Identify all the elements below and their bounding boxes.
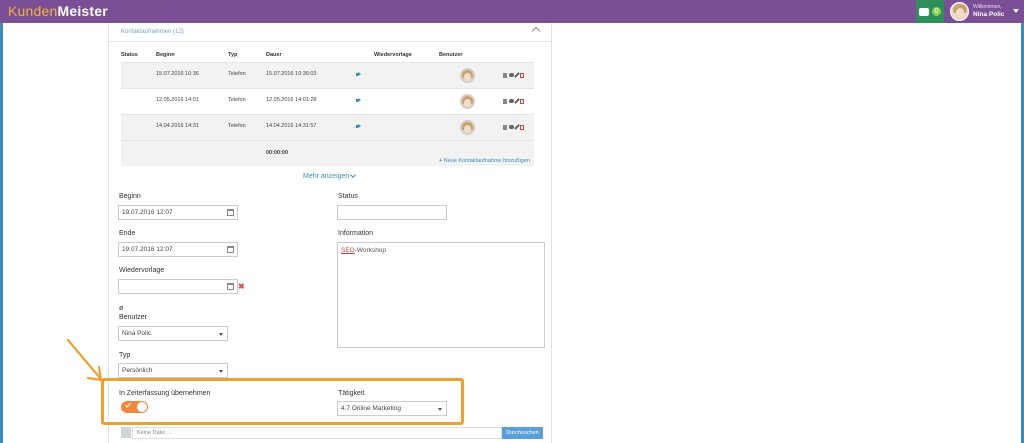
status-input[interactable] xyxy=(337,205,447,220)
top-navbar: KundenMeister 0 Willkommen, Nina Polic xyxy=(0,0,1024,23)
info-seo: SEO xyxy=(341,247,355,254)
table-row[interactable]: 12.05.2016 14:01 Telefon 12.05.2016 14:0… xyxy=(121,88,534,114)
pencil-icon[interactable] xyxy=(514,98,520,104)
end-input[interactable]: 19.07.2016 12:07 xyxy=(118,242,238,257)
logo-part-1: Kunden xyxy=(8,3,58,19)
column-header-status[interactable]: Status xyxy=(121,52,138,58)
avatar xyxy=(460,94,475,109)
speaker-icon[interactable] xyxy=(356,124,362,129)
speaker-icon[interactable] xyxy=(356,98,362,103)
user-symbol: ø xyxy=(119,305,124,312)
chat-button[interactable]: 0 xyxy=(916,0,944,23)
document-icon[interactable] xyxy=(503,72,507,78)
row-actions xyxy=(503,124,524,130)
panel-title: Kontaktaufnahmen (12) xyxy=(121,29,184,35)
clear-icon[interactable]: ✖ xyxy=(238,282,245,291)
file-icon xyxy=(121,427,131,438)
add-contact-label: Neue Kontaktaufnahme hinzufügen xyxy=(443,158,530,164)
chevron-down-icon xyxy=(219,370,223,373)
speaker-icon[interactable] xyxy=(356,72,362,77)
status-label: Status xyxy=(338,193,358,200)
avatar xyxy=(460,68,475,83)
file-upload: Keine Datei ... Durchsuchen xyxy=(121,427,543,439)
app-logo[interactable]: KundenMeister xyxy=(8,3,108,19)
table-row[interactable]: 14.04.2016 14:31 Telefon 14.04.2016 14:3… xyxy=(121,114,534,140)
end-label: Ende xyxy=(119,230,136,237)
avatar xyxy=(460,120,475,135)
user-menu[interactable]: Willkommen, Nina Polic xyxy=(946,0,1024,23)
pencil-icon[interactable] xyxy=(514,124,520,130)
plus-icon: + xyxy=(439,158,443,164)
begin-input[interactable]: 19.07.2016 12:07 xyxy=(118,205,238,220)
user-select[interactable]: Nina Polic xyxy=(118,326,228,341)
calendar-icon[interactable] xyxy=(227,209,234,216)
show-more-button[interactable]: Mehr anzeigen xyxy=(303,172,357,180)
file-input[interactable]: Keine Datei ... xyxy=(132,427,502,439)
user-value: Nina Polic xyxy=(122,330,152,337)
info-textarea[interactable]: SEO-Workshop xyxy=(337,242,545,348)
highlight-box xyxy=(101,378,464,425)
chat-icon xyxy=(919,7,929,16)
row-duration: 12.05.2016 14:01:28 xyxy=(266,97,317,103)
begin-value: 19.07.2016 12:07 xyxy=(122,209,173,216)
calendar-icon[interactable] xyxy=(227,246,234,253)
panel-header[interactable]: Kontaktaufnahmen (12) xyxy=(109,23,551,42)
document-icon[interactable] xyxy=(503,98,507,104)
document-icon[interactable] xyxy=(503,124,507,130)
pointer-arrow-icon xyxy=(66,338,103,382)
trash-icon[interactable] xyxy=(520,124,524,130)
row-type: Telefon xyxy=(228,71,246,77)
trash-icon[interactable] xyxy=(520,98,524,104)
begin-label: Beginn xyxy=(119,193,141,200)
followup-label: Wiedervorlage xyxy=(119,267,165,274)
chevron-up-icon[interactable] xyxy=(531,26,541,36)
type-label: Typ xyxy=(119,352,131,359)
end-value: 19.07.2016 12:07 xyxy=(122,246,173,253)
chevron-down-icon xyxy=(219,333,223,336)
chat-badge: 0 xyxy=(932,7,941,16)
pencil-icon[interactable] xyxy=(514,72,520,78)
row-type: Telefon xyxy=(228,123,246,129)
row-begin: 15.07.2016 10:36 xyxy=(156,71,199,77)
row-begin: 12.05.2016 14:01 xyxy=(156,97,199,103)
trash-icon[interactable] xyxy=(520,72,524,78)
info-label: Information xyxy=(338,230,374,237)
column-header-user[interactable]: Benutzer xyxy=(439,52,463,58)
table-row[interactable]: 15.07.2016 10:36 Telefon 15.07.2016 10:3… xyxy=(121,62,534,88)
column-header-type[interactable]: Typ xyxy=(228,52,237,58)
user-welcome: Willkommen, xyxy=(973,4,1002,10)
row-duration: 15.07.2016 10:36:03 xyxy=(266,71,317,77)
add-contact-link[interactable]: + Neue Kontaktaufnahme hinzufügen xyxy=(439,158,530,164)
column-header-begin[interactable]: Beginn xyxy=(156,52,175,58)
type-value: Persönlich xyxy=(122,367,153,374)
user-label: Benutzer xyxy=(119,314,148,321)
column-header-duration[interactable]: Dauer xyxy=(266,52,282,58)
logo-part-2: Meister xyxy=(57,3,108,19)
row-actions xyxy=(503,98,524,104)
row-duration: 14.04.2016 14:31:57 xyxy=(266,123,317,129)
type-select[interactable]: Persönlich xyxy=(118,363,228,378)
followup-input[interactable] xyxy=(118,279,238,294)
duration-total: 00:00:00 xyxy=(266,150,289,156)
info-rest: -Workshop xyxy=(354,247,387,254)
row-actions xyxy=(503,72,524,78)
browse-button[interactable]: Durchsuchen xyxy=(502,427,543,439)
show-more-label: Mehr anzeigen xyxy=(303,173,350,180)
user-name: Nina Polic xyxy=(973,11,1005,18)
row-begin: 14.04.2016 14:31 xyxy=(156,123,199,129)
chevron-down-icon xyxy=(1013,9,1019,13)
calendar-icon[interactable] xyxy=(227,283,234,290)
chevron-down-icon xyxy=(350,172,357,178)
row-type: Telefon xyxy=(228,97,246,103)
avatar xyxy=(950,2,969,21)
window-border-left xyxy=(0,0,3,443)
column-header-followup[interactable]: Wiedervorlage xyxy=(374,52,412,58)
